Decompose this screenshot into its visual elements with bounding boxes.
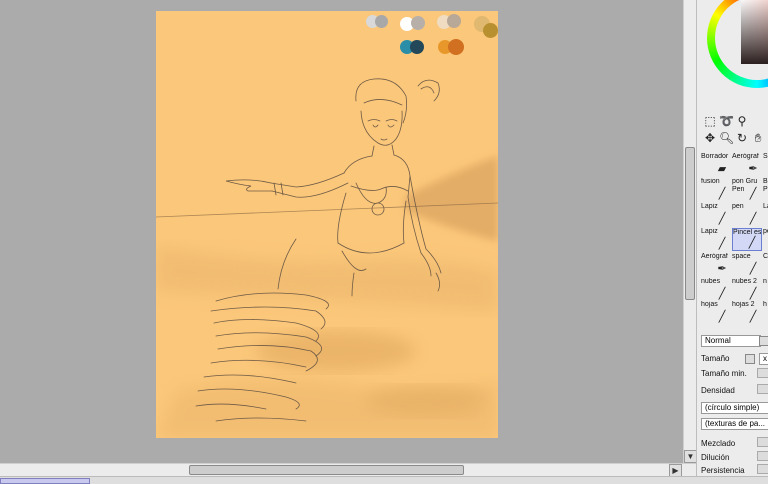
swatch[interactable] — [483, 23, 498, 38]
brush-borrador[interactable]: Borrador ▰ — [701, 153, 731, 176]
size-value-field[interactable]: x 5 — [759, 353, 768, 365]
artwork-sketch — [156, 78, 498, 438]
brush-lapiz[interactable]: Lapiz ╱ — [701, 203, 731, 226]
rect-select-icon[interactable]: ⬚ — [703, 114, 717, 128]
artboard[interactable] — [156, 11, 498, 438]
brush-nubes-2[interactable]: nubes 2 ╱ — [732, 278, 762, 301]
dilution-slider[interactable] — [757, 451, 768, 461]
pencil-icon: ╱ — [718, 213, 726, 225]
brush-nubes[interactable]: nubes ╱ — [701, 278, 731, 301]
vertical-scroll-thumb[interactable] — [685, 147, 695, 300]
brush-s[interactable]: S — [763, 153, 768, 176]
hand-icon[interactable]: ✋︎ — [751, 131, 765, 145]
pen-icon: ╱ — [749, 188, 757, 200]
canvas-area[interactable] — [0, 0, 683, 463]
brush-icon: ╱ — [749, 288, 757, 300]
swatch[interactable] — [448, 39, 464, 55]
mix-label: Mezclado — [701, 439, 736, 448]
brush-pe[interactable]: pe — [763, 228, 768, 251]
brush-icon: ╱ — [748, 237, 756, 249]
saturation-value-square[interactable] — [741, 0, 768, 64]
shape-select[interactable]: (círculo simple) — [701, 402, 768, 414]
brush-c[interactable]: C — [763, 253, 768, 276]
lasso-icon[interactable]: ➰ — [719, 114, 734, 128]
tool-panel: ⬚ ➰ ⚲ ✥ 🔍︎ ↻ ✋︎ Borrador ▰ Aerógraf ✒ S fu… — [696, 0, 768, 476]
pen-icon: ╱ — [718, 188, 726, 200]
rotate-icon[interactable]: ↻ — [735, 131, 749, 145]
size-dropdown-button[interactable] — [745, 354, 755, 364]
brush-fusion[interactable]: fusion ╱ — [701, 178, 731, 201]
color-wheel[interactable] — [707, 0, 768, 88]
brush-b[interactable]: B P — [763, 178, 768, 201]
swatch[interactable] — [447, 14, 461, 28]
min-size-slider[interactable] — [757, 368, 768, 378]
eraser-icon: ▰ — [717, 163, 727, 175]
pen-icon: ╱ — [749, 263, 757, 275]
size-label: Tamaño — [701, 354, 730, 363]
palette-swatch-row-2 — [396, 39, 476, 59]
brush-aerografo-2[interactable]: Aerógraf ✒ — [701, 253, 731, 276]
min-size-label: Tamaño min. — [701, 369, 747, 378]
brush-grid: Borrador ▰ Aerógraf ✒ S fusion ╱ pon Gru Pe… — [699, 153, 768, 325]
canvas-horizontal-scrollbar[interactable]: ▶ — [0, 463, 696, 477]
brush-pincel-es[interactable]: Pincel es ╱ — [732, 228, 762, 251]
blend-mode-dropdown-arrow[interactable] — [759, 336, 768, 346]
pencil-icon: ╱ — [718, 238, 726, 250]
brush-lapiz-2[interactable]: Lapiz ╱ — [701, 228, 731, 251]
pencil-icon: ╱ — [718, 311, 726, 323]
pen-icon: ╱ — [749, 213, 757, 225]
brush-icon: ╱ — [718, 288, 726, 300]
zoom-icon[interactable]: 🔍︎ — [719, 131, 734, 145]
blend-mode-select[interactable]: Normal — [701, 335, 761, 347]
mix-slider[interactable] — [757, 437, 768, 447]
density-label: Densidad — [701, 386, 735, 395]
airbrush-icon: ✒ — [717, 263, 727, 275]
density-slider[interactable] — [757, 384, 768, 394]
swatch[interactable] — [375, 15, 388, 28]
persistence-slider[interactable] — [757, 464, 768, 474]
brush-pon-gru-pen[interactable]: pon Gru Pen ╱ — [732, 178, 762, 201]
document-tab[interactable] — [0, 478, 90, 484]
brush-n[interactable]: n — [763, 278, 768, 301]
swatch[interactable] — [410, 40, 424, 54]
brush-la[interactable]: La — [763, 203, 768, 226]
brush-hojas[interactable]: hojas ╱ — [701, 301, 731, 324]
brush-pen[interactable]: pen ╱ — [732, 203, 762, 226]
brush-aerografo[interactable]: Aerógraf ✒ — [732, 153, 762, 176]
swatch[interactable] — [411, 16, 425, 30]
brush-h[interactable]: h — [763, 301, 768, 324]
move-icon[interactable]: ✥ — [703, 131, 717, 145]
pencil-icon: ╱ — [749, 311, 757, 323]
persistence-label: Persistencia — [701, 466, 745, 475]
brush-space[interactable]: space ╱ — [732, 253, 762, 276]
dilution-label: Dilución — [701, 453, 730, 462]
texture-select[interactable]: (texturas de pa... — [701, 418, 768, 430]
magic-wand-icon[interactable]: ⚲ — [735, 114, 749, 128]
airbrush-icon: ✒ — [748, 163, 758, 175]
brush-hojas-2[interactable]: hojas 2 ╱ — [732, 301, 762, 324]
canvas-vertical-scrollbar[interactable]: ▼ — [683, 0, 697, 463]
horizontal-scroll-thumb[interactable] — [189, 465, 464, 475]
